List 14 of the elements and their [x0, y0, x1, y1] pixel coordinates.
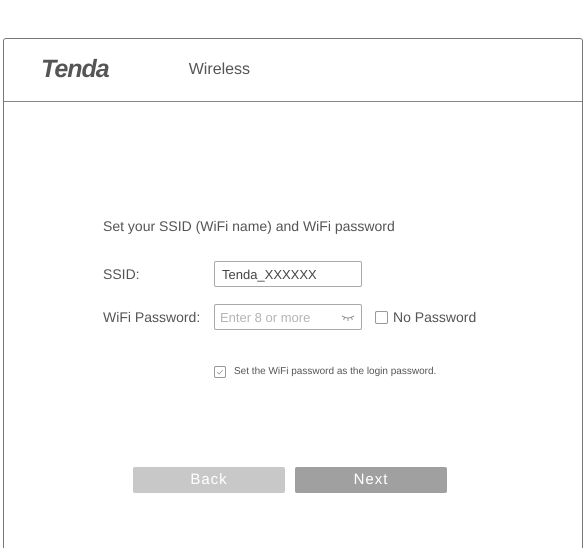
closed-eye-icon[interactable] [341, 314, 355, 321]
page-title: Wireless [188, 60, 250, 80]
form-heading: Set your SSID (WiFi name) and WiFi password [103, 217, 395, 236]
no-password-label: No Password [393, 308, 476, 326]
password-label: WiFi Password: [103, 308, 202, 326]
login-password-label: Set the WiFi password as the login password. [234, 365, 436, 379]
checkbox[interactable] [375, 310, 388, 324]
password-field[interactable]: Enter 8 or more [214, 304, 362, 330]
ssid-field[interactable]: Tenda_XXXXXX [214, 261, 362, 287]
ssid-label: SSID: [103, 264, 141, 284]
logo: Tenda [41, 54, 109, 86]
check-icon [216, 368, 224, 376]
checkbox[interactable] [214, 366, 226, 378]
next-button[interactable]: Next [295, 467, 447, 493]
